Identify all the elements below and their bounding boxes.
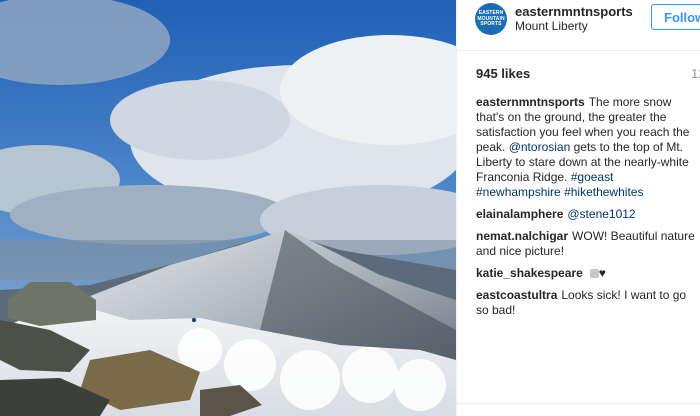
likes-count[interactable]: 945 likes <box>476 66 530 81</box>
post-photo[interactable] <box>0 0 456 416</box>
post-time[interactable]: 12 <box>691 66 700 81</box>
post-header: EASTERN MOUNTAIN SPORTS easternmntnsport… <box>457 0 700 51</box>
caption-username[interactable]: easternmntnsports <box>476 95 585 109</box>
comments-list: easternmntnsports The more snow that's on… <box>476 95 698 325</box>
follow-button[interactable]: Follow <box>651 4 700 30</box>
avatar[interactable]: EASTERN MOUNTAIN SPORTS <box>475 3 507 35</box>
shaka-emoji-icon <box>589 269 599 278</box>
comment-item: nemat.nalchigar WOW! Beautiful nature and… <box>476 229 698 259</box>
avatar-logo-text: EASTERN MOUNTAIN SPORTS <box>475 10 507 28</box>
comment-username[interactable]: nemat.nalchigar <box>476 229 568 243</box>
divider <box>457 403 700 404</box>
header-username[interactable]: easternmntnsports <box>515 4 633 19</box>
comment-item: eastcoastultra Looks sick! I want to go s… <box>476 288 698 318</box>
comment-item: katie_shakespeare ♥ <box>476 266 698 281</box>
instagram-post: EASTERN MOUNTAIN SPORTS easternmntnsport… <box>0 0 700 416</box>
comment-text: ♥ <box>598 266 606 280</box>
caption: easternmntnsports The more snow that's on… <box>476 95 698 200</box>
avatar-logo-line: SPORTS <box>480 21 502 27</box>
comment-username[interactable]: eastcoastultra <box>476 288 557 302</box>
comment-username[interactable]: elainalamphere <box>476 207 563 221</box>
caption-mention[interactable]: @ntorosian <box>509 140 571 154</box>
hashtag-link[interactable]: #goeast <box>571 170 614 184</box>
mountain-photo-image <box>0 0 456 416</box>
comment-username[interactable]: katie_shakespeare <box>476 266 583 280</box>
comment-item: elainalamphere @stene1012 <box>476 207 698 222</box>
comment-mention[interactable]: @stene1012 <box>567 207 635 221</box>
hashtag-link[interactable]: #hikethewhites <box>564 185 643 199</box>
hashtag-link[interactable]: #newhampshire <box>476 185 561 199</box>
header-location[interactable]: Mount Liberty <box>515 19 588 33</box>
post-side-panel: EASTERN MOUNTAIN SPORTS easternmntnsport… <box>456 0 700 416</box>
